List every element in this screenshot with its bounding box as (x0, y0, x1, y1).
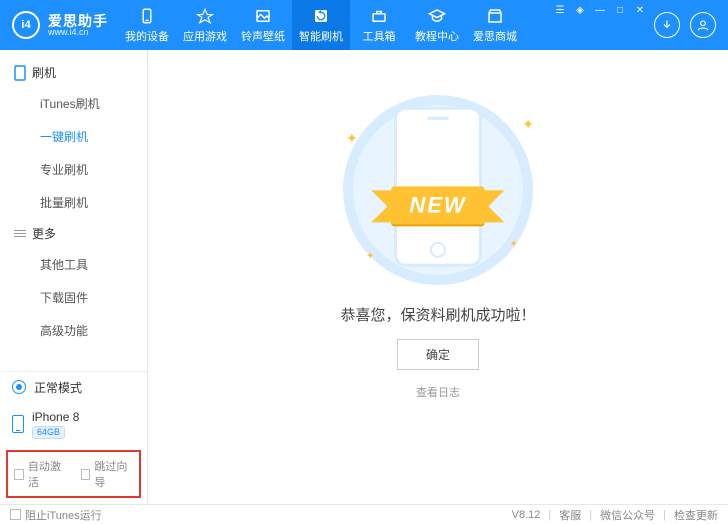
highlight-box: 自动激活 跳过向导 (6, 450, 141, 498)
block-itunes-checkbox[interactable]: 阻止iTunes运行 (10, 507, 102, 523)
sidebar-item-pro-flash[interactable]: 专业刷机 (0, 153, 147, 186)
view-log-link[interactable]: 查看日志 (416, 384, 460, 400)
minimize-icon[interactable]: — (594, 4, 606, 16)
window-controls: ☰ ◈ — □ ✕ (554, 0, 646, 50)
close-icon[interactable]: ✕ (634, 4, 646, 16)
download-button[interactable] (654, 12, 680, 38)
checkbox-icon (10, 509, 21, 520)
status-bar: 阻止iTunes运行 V8.12 | 客服 | 微信公众号 | 检查更新 (0, 504, 728, 524)
version-label: V8.12 (512, 509, 541, 521)
sidebar-group-label: 刷机 (32, 64, 56, 81)
mode-dot-icon (12, 380, 26, 394)
sidebar-group-more[interactable]: 更多 (0, 219, 147, 248)
main-content: NEW ✦ ✦ ✦ ✦ 恭喜您，保资料刷机成功啦！ 确定 查看日志 (148, 50, 728, 504)
new-ribbon: NEW (391, 186, 484, 224)
device-indicator[interactable]: iPhone 8 64GB (0, 403, 147, 446)
nav-label: 铃声壁纸 (241, 28, 285, 44)
device-icon (14, 65, 26, 81)
brand-url: www.i4.cn (48, 28, 108, 37)
store-icon (486, 7, 504, 25)
top-nav: 我的设备 应用游戏 铃声壁纸 智能刷机 工具箱 教程中心 爱思商城 (118, 0, 524, 50)
success-illustration: NEW ✦ ✦ ✦ ✦ (328, 90, 548, 290)
user-icon (696, 18, 710, 32)
checkbox-label: 自动激活 (28, 458, 67, 490)
brand-name: 爱思助手 (48, 14, 108, 28)
sidebar-item-download-firmware[interactable]: 下载固件 (0, 281, 147, 314)
nav-label: 爱思商城 (473, 28, 517, 44)
device-name: iPhone 8 (32, 410, 79, 424)
mode-label: 正常模式 (34, 379, 82, 396)
sidebar-item-itunes-flash[interactable]: iTunes刷机 (0, 87, 147, 120)
sidebar-item-onekey-flash[interactable]: 一键刷机 (0, 120, 147, 153)
checkbox-icon (81, 469, 91, 480)
sidebar-group-label: 更多 (32, 225, 56, 242)
logo-icon: i4 (12, 11, 40, 39)
wechat-link[interactable]: 微信公众号 (600, 507, 655, 523)
skin-icon[interactable]: ◈ (574, 4, 586, 16)
skip-wizard-checkbox[interactable]: 跳过向导 (81, 458, 134, 490)
toolbox-icon (370, 7, 388, 25)
brand: i4 爱思助手 www.i4.cn (0, 11, 118, 39)
checkbox-label: 阻止iTunes运行 (25, 507, 102, 523)
sidebar: 刷机 iTunes刷机 一键刷机 专业刷机 批量刷机 更多 其他工具 下载固件 … (0, 50, 148, 504)
check-update-link[interactable]: 检查更新 (674, 507, 718, 523)
phone-icon (138, 7, 156, 25)
nav-toolbox[interactable]: 工具箱 (350, 0, 408, 50)
auto-activate-checkbox[interactable]: 自动激活 (14, 458, 67, 490)
support-link[interactable]: 客服 (559, 507, 581, 523)
download-icon (660, 18, 674, 32)
nav-tutorial[interactable]: 教程中心 (408, 0, 466, 50)
nav-ringtone[interactable]: 铃声壁纸 (234, 0, 292, 50)
checkbox-icon (14, 469, 24, 480)
phone-icon (12, 415, 24, 433)
menu-icon[interactable]: ☰ (554, 4, 566, 16)
account-button[interactable] (690, 12, 716, 38)
device-capacity: 64GB (32, 426, 65, 439)
image-icon (254, 7, 272, 25)
more-icon (14, 230, 26, 237)
sidebar-group-flash[interactable]: 刷机 (0, 58, 147, 87)
nav-label: 应用游戏 (183, 28, 227, 44)
apps-icon (196, 7, 214, 25)
refresh-icon (312, 7, 330, 25)
mode-indicator[interactable]: 正常模式 (0, 372, 147, 403)
nav-label: 智能刷机 (299, 28, 343, 44)
sidebar-item-batch-flash[interactable]: 批量刷机 (0, 186, 147, 219)
nav-flash[interactable]: 智能刷机 (292, 0, 350, 50)
sidebar-item-advanced[interactable]: 高级功能 (0, 314, 147, 347)
success-message: 恭喜您，保资料刷机成功啦！ (340, 304, 535, 325)
nav-label: 教程中心 (415, 28, 459, 44)
titlebar: i4 爱思助手 www.i4.cn 我的设备 应用游戏 铃声壁纸 智能刷机 工具… (0, 0, 728, 50)
nav-my-device[interactable]: 我的设备 (118, 0, 176, 50)
maximize-icon[interactable]: □ (614, 4, 626, 16)
nav-apps[interactable]: 应用游戏 (176, 0, 234, 50)
nav-store[interactable]: 爱思商城 (466, 0, 524, 50)
grad-icon (428, 7, 446, 25)
ok-button[interactable]: 确定 (397, 339, 479, 370)
sidebar-item-other-tools[interactable]: 其他工具 (0, 248, 147, 281)
nav-label: 我的设备 (125, 28, 169, 44)
nav-label: 工具箱 (363, 28, 396, 44)
checkbox-label: 跳过向导 (94, 458, 133, 490)
